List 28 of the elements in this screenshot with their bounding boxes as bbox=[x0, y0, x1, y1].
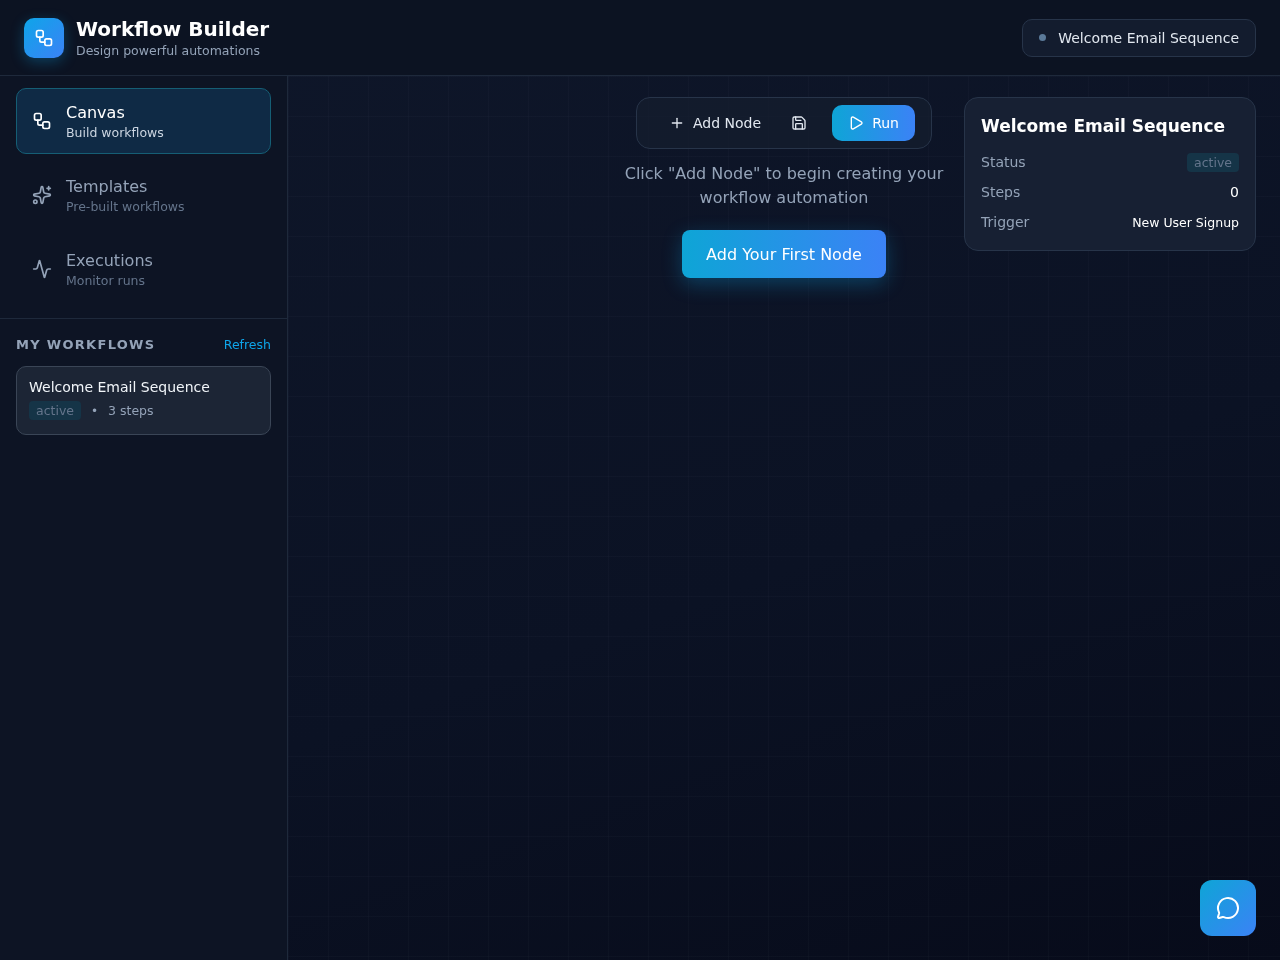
add-node-button[interactable]: Add Node bbox=[657, 105, 774, 141]
chat-icon bbox=[1216, 896, 1240, 920]
app-subtitle: Design powerful automations bbox=[76, 43, 261, 58]
empty-state-text: Click "Add Node" to begin creating your workflow automation bbox=[623, 163, 945, 209]
info-value: 0 bbox=[1230, 184, 1239, 200]
info-label: Steps bbox=[981, 184, 1021, 200]
app-title: Workflow Builder bbox=[76, 17, 270, 41]
play-icon bbox=[848, 115, 865, 131]
info-value: New User Signup bbox=[1132, 214, 1239, 230]
plus-icon bbox=[669, 115, 685, 131]
nav-item[interactable]: Executions Monitor runs bbox=[16, 236, 271, 302]
info-card-title: Welcome Email Sequence bbox=[981, 116, 1227, 136]
chat-button[interactable] bbox=[1200, 880, 1256, 936]
workflow-icon bbox=[34, 27, 54, 48]
refresh-link[interactable]: Refresh bbox=[223, 337, 271, 352]
section-heading: MY WORKFLOWS bbox=[16, 337, 156, 352]
nav-item[interactable]: Canvas Build workflows bbox=[16, 88, 271, 154]
current-workflow-pill[interactable]: Welcome Email Sequence bbox=[1022, 18, 1256, 57]
workflow-icon bbox=[32, 111, 52, 131]
sparkles-icon bbox=[32, 185, 52, 205]
nav-item[interactable]: Templates Pre-built workflows bbox=[16, 162, 271, 228]
status-badge: active bbox=[1187, 152, 1239, 172]
status-dot bbox=[1039, 34, 1047, 41]
save-icon bbox=[791, 115, 808, 131]
info-label: Status bbox=[981, 154, 1026, 170]
workflow-card[interactable]: Welcome Email Sequence active • 3 steps bbox=[16, 366, 271, 435]
info-label: Trigger bbox=[981, 214, 1030, 230]
activity-icon bbox=[32, 259, 52, 279]
